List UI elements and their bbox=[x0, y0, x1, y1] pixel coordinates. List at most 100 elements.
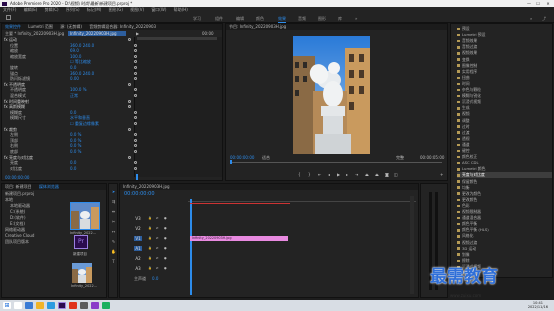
workspace-learn[interactable]: 学习 bbox=[193, 16, 201, 22]
go-to-in-icon[interactable]: ⇤ bbox=[318, 172, 321, 177]
workspace-effects[interactable]: 效果 bbox=[278, 16, 286, 23]
sync-icon[interactable]: ⇄ bbox=[156, 236, 159, 241]
effect-property-row[interactable]: 锚点 360.0 240.0 bbox=[10, 71, 138, 76]
reset-parameter-icon[interactable] bbox=[134, 66, 137, 69]
lock-icon[interactable]: 🔒 bbox=[148, 246, 152, 251]
effects-list-item[interactable]: 模糊与锐化 bbox=[457, 93, 552, 98]
effect-property-row[interactable]: 对比度 0.0 bbox=[10, 166, 138, 171]
effects-list-item[interactable]: 视频过渡 bbox=[457, 240, 552, 245]
keyframe-area[interactable] bbox=[134, 37, 222, 177]
effects-list-item[interactable]: 音频过渡 bbox=[457, 44, 552, 49]
menu-file[interactable]: 文件(F) bbox=[3, 7, 16, 12]
effect-property-row[interactable]: 底部 0.0 % bbox=[10, 149, 138, 154]
track-select-tool-icon[interactable]: ⇶ bbox=[111, 200, 116, 204]
ripple-edit-tool-icon[interactable]: ⇹ bbox=[111, 210, 116, 214]
effects-list-item[interactable]: Lumetri 颜色 bbox=[457, 166, 552, 171]
effects-list-item[interactable]: 过时 bbox=[457, 124, 552, 129]
effects-list-item[interactable]: 变换 bbox=[457, 57, 552, 62]
timeline-sequence-tab[interactable]: Infinity_20220903H.jpg bbox=[123, 184, 170, 189]
workspace-libraries[interactable]: 库 bbox=[338, 16, 342, 22]
media-tree-item[interactable]: 本地 bbox=[5, 197, 13, 202]
type-tool-icon[interactable]: T bbox=[111, 260, 116, 264]
maximize-button[interactable]: ☐ bbox=[535, 0, 541, 7]
effects-list-item[interactable]: 色彩 bbox=[457, 203, 552, 208]
reset-parameter-icon[interactable] bbox=[134, 110, 137, 114]
timeline-timecode[interactable]: 00:00:00:00 bbox=[124, 192, 155, 197]
extract-icon[interactable]: ⏏ bbox=[375, 172, 379, 177]
selection-tool-icon[interactable]: ➤ bbox=[111, 190, 116, 194]
effect-property-value[interactable]: 0.0 bbox=[70, 65, 76, 70]
effect-property-row[interactable]: 混合模式 正常 bbox=[10, 93, 138, 98]
tab-audio-mixer[interactable]: 音频剪辑混合器: Infinity_20220903 bbox=[89, 24, 156, 29]
track-header[interactable]: V3 🔒 ⇄ ● bbox=[134, 216, 166, 221]
effect-property-row[interactable]: 位置 360.0 240.0 bbox=[10, 43, 138, 48]
edge-browser-icon[interactable] bbox=[47, 302, 55, 309]
reset-parameter-icon[interactable] bbox=[128, 155, 131, 159]
comparison-view-icon[interactable]: ◫ bbox=[394, 172, 398, 177]
pen-tool-icon[interactable]: ✎ bbox=[111, 240, 116, 244]
tab-source[interactable]: 源: (无剪辑) bbox=[60, 24, 82, 29]
tab-effect-controls[interactable]: 效果控件 bbox=[5, 24, 21, 29]
track-label[interactable]: A3 bbox=[134, 266, 142, 271]
reset-parameter-icon[interactable] bbox=[134, 161, 137, 165]
sync-icon[interactable]: ⇄ bbox=[156, 256, 159, 261]
menu-help[interactable]: 帮助(H) bbox=[174, 7, 188, 12]
effect-property-value[interactable]: 0.0 % bbox=[70, 149, 81, 154]
program-title[interactable]: 节目: Infinity_20220903H.jpg bbox=[229, 24, 286, 29]
workspace-more-icon[interactable]: » bbox=[355, 16, 357, 21]
effect-property-row[interactable]: 缩放 69.0 bbox=[10, 48, 138, 53]
effect-property-row[interactable]: 亮度 0.0 bbox=[10, 160, 138, 165]
reset-parameter-icon[interactable] bbox=[134, 150, 137, 153]
reset-parameter-icon[interactable] bbox=[134, 94, 137, 97]
add-button-icon[interactable]: + bbox=[440, 172, 443, 177]
task-view-icon[interactable] bbox=[25, 302, 33, 309]
track-label[interactable]: V3 bbox=[134, 216, 142, 221]
lock-icon[interactable]: 🔒 bbox=[148, 226, 152, 231]
effect-property-value[interactable]: 69.0 bbox=[70, 48, 79, 53]
eye-icon[interactable]: ● bbox=[164, 216, 167, 221]
track-label[interactable]: V2 bbox=[134, 226, 142, 231]
effects-list-item[interactable]: 时间 bbox=[457, 81, 552, 86]
effect-property-value[interactable]: 水平和垂直 bbox=[70, 115, 90, 120]
effects-list-item[interactable]: 颜色平衡 bbox=[457, 221, 552, 226]
effect-property-value[interactable]: 0.0 % bbox=[70, 138, 81, 143]
ec-footer-timecode[interactable]: 00:00:00:00 bbox=[5, 175, 29, 180]
mark-out-icon[interactable]: } bbox=[308, 172, 311, 177]
lock-icon[interactable]: 🔒 bbox=[148, 266, 152, 271]
app-taskbar-icon[interactable] bbox=[69, 302, 77, 309]
track-label[interactable]: A1 bbox=[134, 246, 142, 251]
menu-clip[interactable]: 剪辑(C) bbox=[45, 7, 59, 12]
media-tree-item[interactable]: D:(软件) bbox=[10, 215, 26, 220]
effect-property-row[interactable]: 防闪烁滤镜 0.00 bbox=[10, 76, 138, 81]
effect-property-value[interactable]: ☐ 等比缩放 bbox=[70, 59, 91, 64]
effects-list-item[interactable]: 视频 bbox=[457, 111, 552, 116]
minimize-button[interactable]: — bbox=[526, 0, 532, 7]
tab-media-browser[interactable]: 媒体浏览器 bbox=[39, 184, 59, 189]
menu-view[interactable]: 视图(V) bbox=[130, 7, 144, 12]
effects-list-item[interactable]: 透视 bbox=[457, 136, 552, 141]
menu-window[interactable]: 窗口(W) bbox=[151, 7, 166, 12]
media-tree-item[interactable]: 团队项目版本 bbox=[5, 239, 29, 244]
track-header[interactable]: A3 🔒 ⇄ ● bbox=[134, 266, 166, 271]
track-label[interactable]: A2 bbox=[134, 256, 142, 261]
effects-list-item[interactable]: 视频效果 bbox=[457, 50, 552, 55]
effects-list-item[interactable]: 预设 bbox=[457, 26, 552, 31]
reset-parameter-icon[interactable] bbox=[134, 116, 137, 120]
search-icon[interactable]: ⌕ bbox=[530, 16, 532, 21]
eye-icon[interactable]: ● bbox=[164, 266, 167, 271]
sync-icon[interactable]: ⇄ bbox=[156, 216, 159, 221]
effect-property-row[interactable]: ☐ 重复边缘像素 bbox=[10, 121, 138, 126]
effect-property-value[interactable]: ☐ 重复边缘像素 bbox=[70, 121, 99, 126]
reset-parameter-icon[interactable] bbox=[134, 60, 137, 64]
reset-parameter-icon[interactable] bbox=[134, 138, 137, 142]
sync-icon[interactable]: ⇄ bbox=[156, 266, 159, 271]
effect-property-value[interactable]: 360.0 240.0 bbox=[70, 43, 94, 48]
reset-parameter-icon[interactable] bbox=[134, 88, 137, 92]
effects-list-item[interactable]: Lumetri 预设 bbox=[457, 32, 552, 37]
effect-property-value[interactable]: 0.0 % bbox=[70, 143, 81, 148]
effects-list-item[interactable]: 保留颜色 bbox=[457, 179, 552, 184]
reset-parameter-icon[interactable] bbox=[134, 144, 137, 148]
lock-icon[interactable]: 🔒 bbox=[148, 236, 152, 241]
app2-taskbar-icon[interactable] bbox=[80, 302, 88, 309]
master-track-value[interactable]: 0.0 bbox=[152, 276, 158, 281]
